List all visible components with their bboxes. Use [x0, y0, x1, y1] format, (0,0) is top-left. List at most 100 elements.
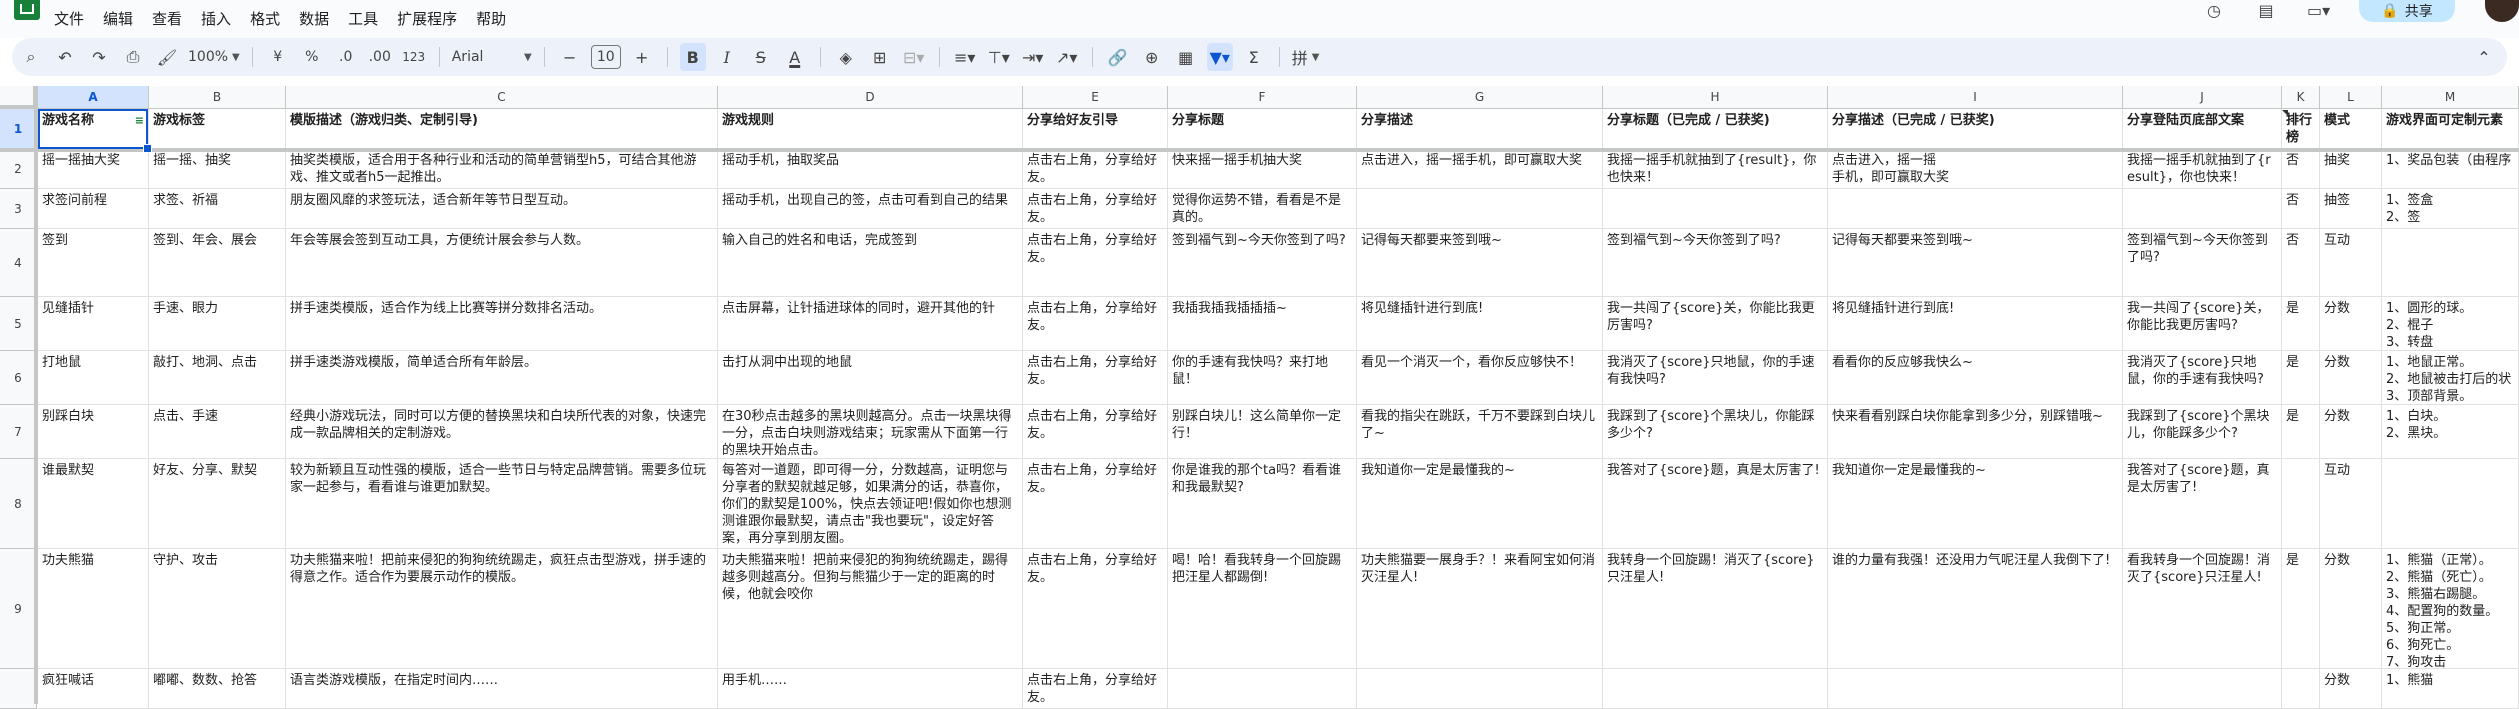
table-cell[interactable]: 点击右上角，分享给好友。 — [1023, 459, 1168, 549]
table-cell[interactable]: 分数 — [2320, 297, 2382, 351]
table-cell[interactable]: 功夫熊猫来啦！把前来侵犯的狗狗统统踢走，疯狂点击型游戏，拼手速的得意之作。适合作… — [286, 549, 718, 669]
filter-icon[interactable]: ▼▾ — [1206, 43, 1233, 71]
table-cell[interactable]: 点击屏幕，让针插进球体的同时，避开其他的针 — [718, 297, 1023, 351]
chevron-up-icon[interactable]: ⌃ — [2471, 43, 2497, 71]
table-cell[interactable]: 用手机…… — [718, 669, 1023, 709]
table-cell[interactable]: 喝！哈！看我转身一个回旋踢把汪星人都踢倒! — [1168, 549, 1357, 669]
bold-button[interactable]: B — [679, 43, 706, 71]
menu-item[interactable]: 数据 — [299, 8, 329, 29]
menu-item[interactable]: 文件 — [54, 8, 84, 29]
column-header-d[interactable]: D — [718, 86, 1023, 109]
table-cell[interactable]: 疯狂喊话 — [38, 669, 149, 709]
table-cell[interactable]: 点击右上角，分享给好友。 — [1023, 189, 1168, 229]
table-cell[interactable] — [1603, 669, 1828, 709]
font-size-input[interactable]: 10 — [590, 45, 621, 69]
header-cell[interactable]: 游戏界面可定制元素 — [2382, 109, 2519, 149]
merge-cells-icon[interactable]: ⊟▾ — [901, 43, 927, 71]
table-cell[interactable]: 是 — [2282, 549, 2320, 669]
currency-button[interactable]: ¥ — [265, 43, 291, 71]
table-cell[interactable]: 年会等展会签到互动工具，方便统计展会参与人数。 — [286, 229, 718, 297]
header-cell[interactable]: 分享登陆页底部文案 — [2123, 109, 2282, 149]
fill-color-icon[interactable]: ◈ — [833, 43, 859, 71]
link-icon[interactable]: 🔗 — [1105, 43, 1131, 71]
table-cell[interactable]: 功夫熊猫来啦！把前来侵犯的狗狗统统踢走，踢得越多则越高分。但狗与熊猫少于一定的距… — [718, 549, 1023, 669]
header-cell[interactable]: 游戏标签 — [149, 109, 286, 149]
table-cell[interactable]: 击打从洞中出现的地鼠 — [718, 351, 1023, 405]
row-header-8[interactable]: 8 — [0, 459, 37, 549]
table-cell[interactable]: 点击、手速 — [149, 405, 286, 459]
table-cell[interactable]: 记得每天都要来签到哦~ — [1828, 229, 2123, 297]
table-cell[interactable]: 否 — [2282, 229, 2320, 297]
header-cell[interactable]: 分享标题 — [1168, 109, 1357, 149]
header-cell[interactable]: 分享给好友引导 — [1023, 109, 1168, 149]
menu-item[interactable]: 帮助 — [476, 8, 506, 29]
header-cell[interactable]: 游戏名称 ≡ — [38, 109, 149, 149]
menu-item[interactable]: 查看 — [152, 8, 182, 29]
table-cell[interactable]: 签到 — [38, 229, 149, 297]
row-header-4[interactable]: 4 — [0, 229, 37, 297]
table-cell[interactable]: 我消灭了{score}只地鼠，你的手速有我快吗? — [2123, 351, 2282, 405]
note-indicator[interactable] — [2282, 110, 2288, 116]
table-cell[interactable]: 1、地鼠正常。 2、地鼠被击打后的状 3、顶部背景。 — [2382, 351, 2519, 405]
table-cell[interactable]: 1、白块。 2、黑块。 — [2382, 405, 2519, 459]
table-cell[interactable]: 我知道你一定是最懂我的~ — [1828, 459, 2123, 549]
redo-icon[interactable]: ↷ — [86, 43, 112, 71]
row-header-9[interactable]: 9 — [0, 549, 37, 669]
table-cell[interactable] — [2123, 669, 2282, 709]
table-cell[interactable]: 我摇一摇手机就抽到了{result}，你也快来！ — [2123, 149, 2282, 189]
table-cell[interactable]: 输入自己的姓名和电话，完成签到 — [718, 229, 1023, 297]
chart-icon[interactable]: ▦ — [1173, 43, 1199, 71]
table-cell[interactable]: 看见一个消灭一个，看你反应够快不！ — [1357, 351, 1603, 405]
table-cell[interactable]: 点击右上角，分享给好友。 — [1023, 351, 1168, 405]
table-cell[interactable]: 摇动手机，出现自己的签，点击可看到自己的结果 — [718, 189, 1023, 229]
row-header-1[interactable]: 1 — [0, 109, 37, 149]
table-cell[interactable] — [2282, 459, 2320, 549]
borders-icon[interactable]: ⊞ — [867, 43, 893, 71]
percent-button[interactable]: % — [299, 43, 325, 71]
table-cell[interactable]: 摇一摇、抽奖 — [149, 149, 286, 189]
table-cell[interactable]: 看我的指尖在跳跃，千万不要踩到白块儿了~ — [1357, 405, 1603, 459]
table-cell[interactable]: 抽签 — [2320, 189, 2382, 229]
row-header-7[interactable]: 7 — [0, 405, 37, 459]
table-cell[interactable]: 是 — [2282, 297, 2320, 351]
table-cell[interactable]: 我知道你一定是最懂我的~ — [1357, 459, 1603, 549]
header-cell[interactable]: 分享描述（已完成 / 已获奖) — [1828, 109, 2123, 149]
zoom-select[interactable]: 100% ▼ — [188, 43, 240, 71]
table-cell[interactable]: 好友、分享、默契 — [149, 459, 286, 549]
table-cell[interactable]: 我转身一个回旋踢！消灭了{score}只汪星人! — [1603, 549, 1828, 669]
menu-item[interactable]: 格式 — [250, 8, 280, 29]
menu-item[interactable]: 编辑 — [103, 8, 133, 29]
table-cell[interactable]: 谁的力量有我强！还没用力气呢汪星人我倒下了! — [1828, 549, 2123, 669]
header-cell[interactable]: 模式 — [2320, 109, 2382, 149]
column-header-c[interactable]: C — [286, 86, 718, 109]
table-cell[interactable]: 守护、攻击 — [149, 549, 286, 669]
table-cell[interactable]: 我一共闯了{score}关，你能比我更厉害吗? — [1603, 297, 1828, 351]
table-cell[interactable]: 我摇一摇手机就抽到了{result}，你也快来！ — [1603, 149, 1828, 189]
table-cell[interactable]: 分数 — [2320, 669, 2382, 709]
table-cell[interactable]: 在30秒点击越多的黑块则越高分。点击一块黑块得一分，点击白块则游戏结束；玩家需从… — [718, 405, 1023, 459]
table-cell[interactable]: 1、签盒 2、签 — [2382, 189, 2519, 229]
table-cell[interactable]: 点击进入，摇一摇手机，即可赢取大奖 — [1357, 149, 1603, 189]
italic-button[interactable]: I — [714, 43, 740, 71]
table-cell[interactable] — [2382, 229, 2519, 297]
number-format-button[interactable]: 123 — [401, 43, 427, 71]
table-cell[interactable]: 我踩到了{score}个黑块儿，你能踩多少个? — [1603, 405, 1828, 459]
table-cell[interactable]: 别踩白块 — [38, 405, 149, 459]
table-cell[interactable]: 签到福气到~今天你签到了吗? — [1603, 229, 1828, 297]
table-cell[interactable]: 求签、祈福 — [149, 189, 286, 229]
row-header-5[interactable]: 5 — [0, 297, 37, 351]
fill-handle[interactable] — [143, 144, 152, 153]
table-cell[interactable]: 较为新颖且互动性强的模版，适合一些节日与特定品牌营销。需要多位玩家一起参与，看看… — [286, 459, 718, 549]
table-cell[interactable]: 嘟嘟、数数、抢答 — [149, 669, 286, 709]
table-cell[interactable]: 分数 — [2320, 405, 2382, 459]
select-all-corner[interactable] — [0, 86, 37, 109]
table-cell[interactable] — [2282, 669, 2320, 709]
text-wrap-icon[interactable]: ⇥▾ — [1020, 43, 1046, 71]
table-cell[interactable]: 你是谁我的那个ta吗？看看谁和我最默契? — [1168, 459, 1357, 549]
table-cell[interactable]: 你的手速有我快吗？来打地鼠！ — [1168, 351, 1357, 405]
column-header-h[interactable]: H — [1603, 86, 1828, 109]
table-cell[interactable]: 见缝插针 — [38, 297, 149, 351]
column-header-k[interactable]: K — [2282, 86, 2320, 109]
table-cell[interactable] — [1828, 189, 2123, 229]
header-cell[interactable]: 游戏规则 — [718, 109, 1023, 149]
